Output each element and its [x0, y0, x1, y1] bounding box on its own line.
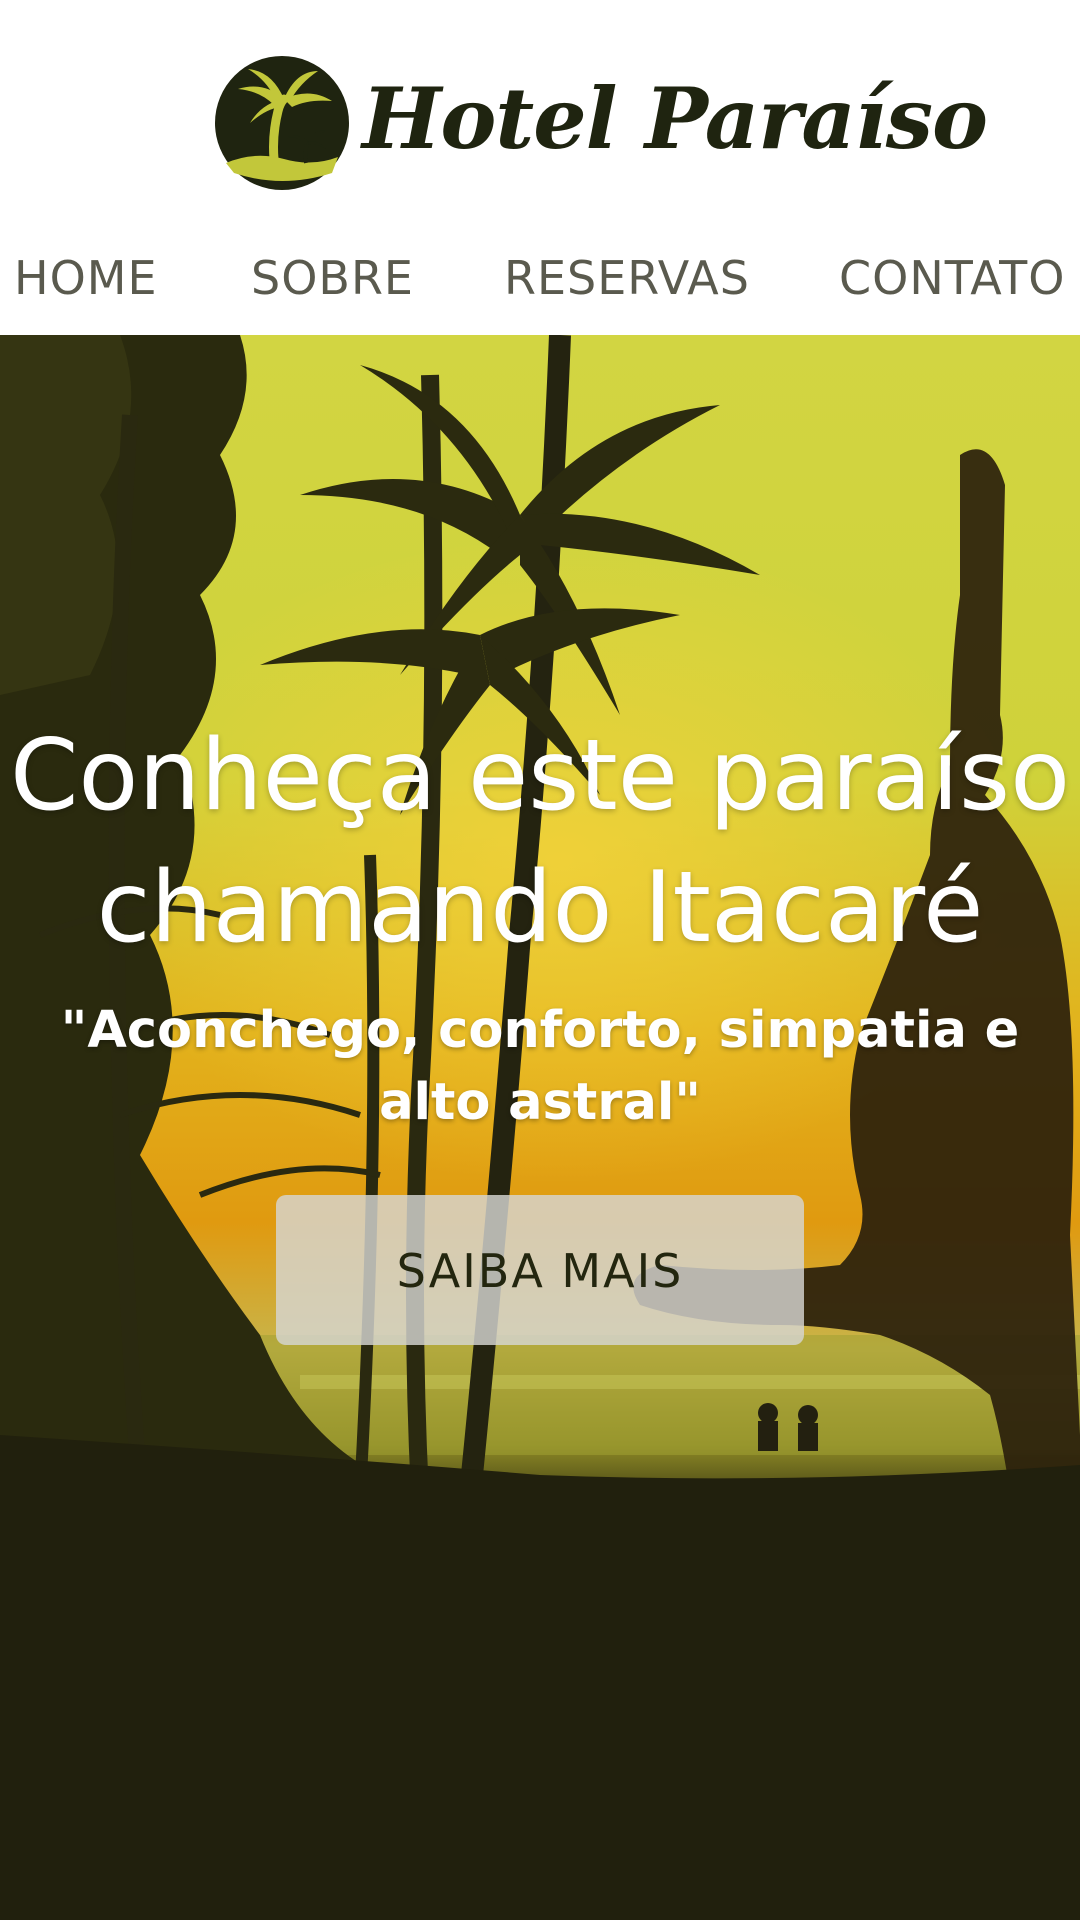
- page: Hotel Paraíso HOME SOBRE RESERVAS CONTAT…: [0, 0, 1080, 1920]
- hero-section: Conheça este paraíso chamando Itacaré "A…: [0, 335, 1080, 1920]
- site-header: Hotel Paraíso HOME SOBRE RESERVAS CONTAT…: [0, 0, 1080, 335]
- main-nav: HOME SOBRE RESERVAS CONTATO: [0, 240, 1080, 316]
- nav-item-contato[interactable]: CONTATO: [839, 240, 1065, 316]
- hero-title: Conheça este paraíso chamando Itacaré: [9, 719, 1071, 965]
- logo-link[interactable]: Hotel Paraíso: [214, 55, 988, 195]
- brand-name: Hotel Paraíso: [362, 69, 988, 168]
- palm-tree-icon: [215, 56, 349, 190]
- nav-item-home[interactable]: HOME: [14, 240, 158, 316]
- hero-subtitle: "Aconchego, conforto, simpatia e alto as…: [60, 1001, 1020, 1132]
- nav-item-reservas[interactable]: RESERVAS: [504, 240, 750, 316]
- saiba-mais-button[interactable]: SAIBA MAIS: [276, 1195, 804, 1345]
- nav-item-sobre[interactable]: SOBRE: [251, 240, 414, 316]
